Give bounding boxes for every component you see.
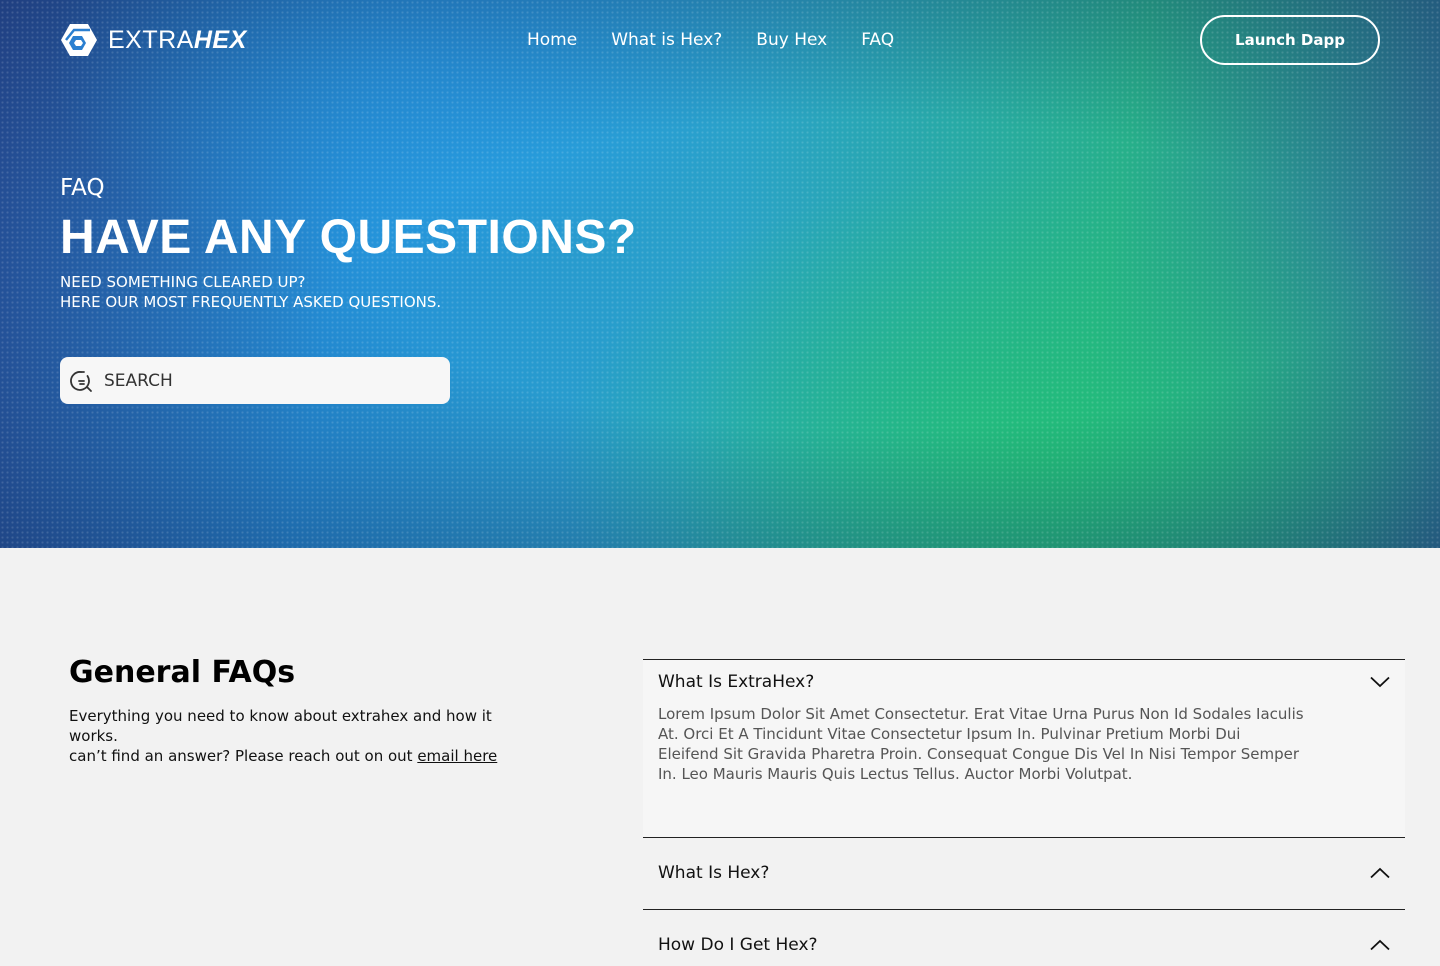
hero-subtitle-line-2: HERE OUR MOST FREQUENTLY ASKED QUESTIONS… [60,293,442,311]
hero-subtitle: NEED SOMETHING CLEARED UP? HERE OUR MOST… [60,272,441,312]
main-nav: Home What is Hex? Buy Hex FAQ [527,28,894,52]
faq-question-toggle[interactable]: What Is ExtraHex? [643,660,1405,702]
faq-item: What Is Hex? [643,837,1405,909]
hero-title: HAVE ANY QUESTIONS? [60,211,637,264]
intro-text-line-1: Everything you need to know about extrah… [69,707,492,745]
search-icon [70,370,92,392]
nav-faq[interactable]: FAQ [861,28,894,52]
faq-question-toggle[interactable]: What Is Hex? [643,838,1405,908]
launch-dapp-button[interactable]: Launch Dapp [1200,15,1380,65]
chevron-up-icon [1370,867,1390,879]
hero-eyebrow: FAQ [60,175,105,201]
hero-subtitle-line-1: NEED SOMETHING CLEARED UP? [60,273,306,291]
email-link[interactable]: email here [417,747,497,765]
faq-accordion: What Is ExtraHex? Lorem Ipsum Dolor Sit … [643,659,1405,966]
faq-question: How Do I Get Hex? [658,935,818,955]
chevron-down-icon [1370,676,1390,688]
hex-logo-icon [61,24,97,56]
section-title: General FAQs [69,655,296,690]
faq-question: What Is ExtraHex? [658,672,815,692]
nav-what-is-hex[interactable]: What is Hex? [611,28,722,52]
chevron-up-icon [1370,939,1390,951]
faq-item: What Is ExtraHex? Lorem Ipsum Dolor Sit … [643,659,1405,837]
nav-home[interactable]: Home [527,28,577,52]
search-box[interactable] [60,357,450,404]
faq-item: How Do I Get Hex? [643,909,1405,966]
brand-logo[interactable]: EXTRAHEX [60,22,247,58]
search-input[interactable] [104,370,424,391]
brand-name: EXTRAHEX [108,25,247,54]
general-faqs-intro: General FAQs Everything you need to know… [69,655,499,766]
faq-question-toggle[interactable]: How Do I Get Hex? [643,910,1405,966]
faq-answer: Lorem Ipsum Dolor Sit Amet Consectetur. … [658,705,1304,783]
nav-buy-hex[interactable]: Buy Hex [756,28,827,52]
intro-text-line-2: can’t find an answer? Please reach out o… [69,747,418,765]
faq-question: What Is Hex? [658,863,770,883]
hero-banner: EXTRAHEX Home What is Hex? Buy Hex FAQ L… [0,0,1440,548]
intro-text: Everything you need to know about extrah… [69,706,499,766]
